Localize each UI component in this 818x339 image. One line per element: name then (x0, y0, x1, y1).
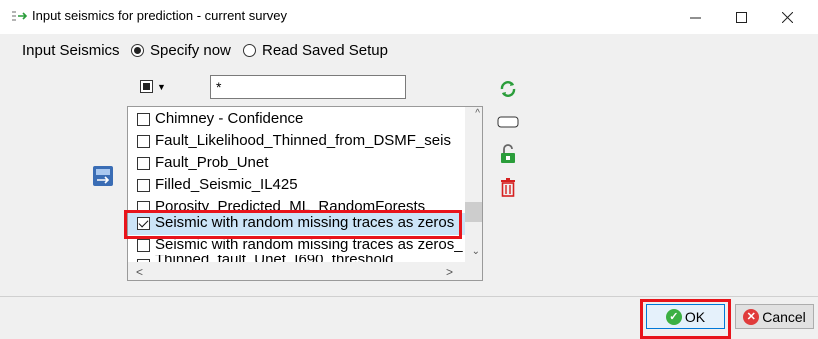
scroll-down-icon[interactable]: ⌄ (472, 246, 480, 257)
delete-button[interactable] (495, 176, 521, 198)
seismic-set-button[interactable] (92, 165, 114, 187)
list-item[interactable]: Filled_Seismic_IL425 (128, 175, 465, 197)
list-item-checkbox[interactable] (137, 157, 150, 170)
chevron-down-icon[interactable]: ▼ (157, 82, 166, 92)
scroll-left-icon[interactable]: < (136, 265, 143, 279)
radio-specify-now[interactable] (131, 44, 144, 57)
vertical-scroll-thumb[interactable] (465, 202, 482, 222)
list-item[interactable]: Fault_Likelihood_Thinned_from_DSMF_seis (128, 131, 465, 153)
list-item-checkbox[interactable] (137, 239, 150, 252)
clear-icon (497, 116, 519, 128)
minimize-icon (689, 17, 701, 18)
x-icon: ✕ (743, 308, 760, 325)
clear-button[interactable] (495, 111, 521, 133)
input-seismics-label: Input Seismics (22, 42, 120, 59)
maximize-icon (735, 11, 747, 23)
list-item[interactable]: Chimney - Confidence (128, 109, 465, 131)
selected-item-highlight (124, 210, 462, 239)
maximize-button[interactable] (718, 0, 764, 34)
minimize-button[interactable] (672, 0, 718, 34)
list-item-label: Chimney - Confidence (155, 110, 304, 127)
ok-button-highlight (640, 299, 731, 339)
radio-specify-now-label[interactable]: Specify now (150, 42, 231, 59)
scroll-corner (465, 262, 482, 280)
filter-input[interactable] (210, 75, 406, 99)
list-item-checkbox[interactable] (137, 135, 150, 148)
radio-read-saved-setup-label[interactable]: Read Saved Setup (262, 42, 388, 59)
app-icon (12, 11, 28, 21)
refresh-icon (500, 81, 516, 97)
refresh-button[interactable] (495, 78, 521, 100)
vertical-scrollbar[interactable] (465, 107, 482, 263)
select-all-checkbox[interactable] (140, 80, 153, 93)
scroll-right-icon[interactable]: > (446, 265, 453, 279)
lock-button[interactable] (495, 143, 521, 165)
list-item-label: Fault_Likelihood_Thinned_from_DSMF_seis (155, 132, 451, 149)
close-icon (781, 11, 793, 23)
seismic-set-icon (93, 166, 113, 186)
scroll-up-icon[interactable]: ^ (475, 108, 480, 119)
close-button[interactable] (764, 0, 810, 34)
divider (0, 296, 818, 297)
window-title: Input seismics for prediction - current … (32, 8, 288, 23)
list-item-checkbox[interactable] (137, 113, 150, 126)
horizontal-scrollbar[interactable] (128, 262, 465, 280)
list-item[interactable]: Fault_Prob_Unet (128, 153, 465, 175)
list-item-label: Fault_Prob_Unet (155, 154, 269, 171)
cancel-label: Cancel (762, 308, 806, 325)
list-item-label: Filled_Seismic_IL425 (155, 176, 298, 193)
radio-read-saved-setup[interactable] (243, 44, 256, 57)
cancel-button[interactable]: ✕ Cancel (735, 304, 814, 329)
lock-icon (501, 144, 515, 163)
trash-icon (501, 178, 515, 197)
list-item-checkbox[interactable] (137, 179, 150, 192)
seismic-list[interactable]: Chimney - Confidence Fault_Likelihood_Th… (127, 106, 483, 281)
